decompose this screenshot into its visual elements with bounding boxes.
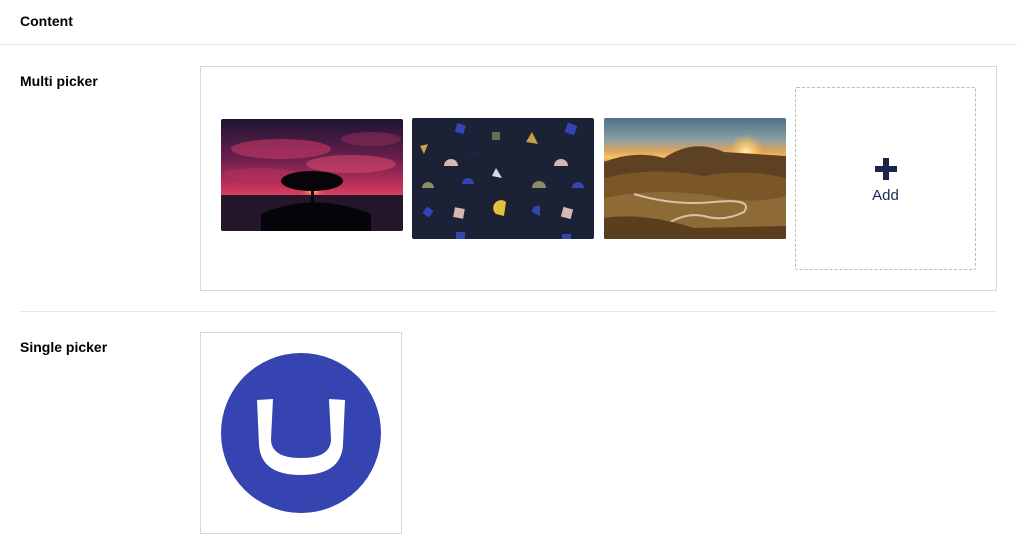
single-picker-label: Single picker — [20, 339, 108, 355]
hills-sunset-road-image — [604, 118, 786, 239]
media-item-hills-sunset[interactable] — [604, 118, 786, 239]
header-title: Content — [20, 13, 73, 29]
geometric-pattern-image — [412, 118, 594, 239]
content-panel: Content Multi picker Add Single picker — [0, 0, 1017, 553]
content-header: Content — [0, 0, 1017, 45]
plus-icon — [875, 158, 897, 180]
add-label: Add — [872, 187, 899, 204]
tree-sunset-image — [221, 119, 403, 231]
umbraco-logo-image — [221, 353, 381, 513]
add-media-button[interactable]: Add — [795, 87, 976, 270]
media-item-geometric-pattern[interactable] — [412, 118, 594, 239]
media-item-tree-sunset[interactable] — [221, 119, 403, 231]
property-divider — [20, 311, 997, 312]
multi-picker-label: Multi picker — [20, 73, 98, 89]
single-picker-item[interactable] — [200, 332, 402, 534]
